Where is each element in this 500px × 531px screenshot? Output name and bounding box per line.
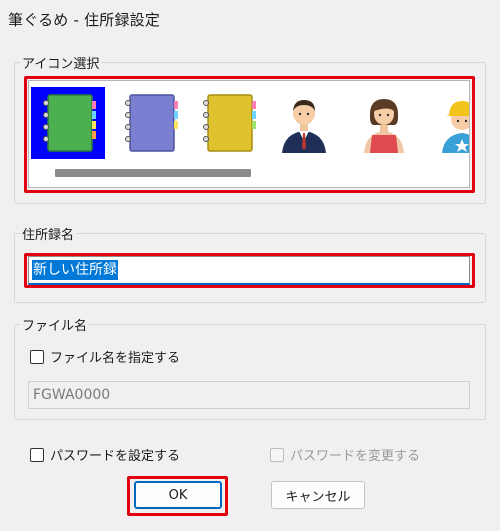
specify-filename-label: ファイル名を指定する [50, 351, 181, 366]
icon-select-highlight [24, 76, 475, 193]
window-title: 筆ぐるめ - 住所録設定 [8, 11, 161, 29]
icon-select-label: アイコン選択 [20, 53, 102, 72]
cancel-button[interactable]: キャンセル [271, 481, 365, 509]
address-book-label: 住所録名 [20, 224, 77, 243]
title-bar: 筆ぐるめ - 住所録設定 [0, 0, 500, 36]
set-password-label: パスワードを設定する [50, 449, 181, 464]
filename-value: FGWA0000 [33, 387, 111, 403]
set-password-checkbox[interactable]: パスワードを設定する [30, 445, 180, 464]
cancel-button-label: キャンセル [285, 489, 351, 505]
set-password-box[interactable] [30, 447, 44, 462]
change-password-label: パスワードを変更する [290, 449, 421, 464]
change-password-checkbox: パスワードを変更する [270, 445, 420, 464]
filename-input[interactable]: FGWA0000 [28, 381, 470, 409]
address-book-highlight [24, 253, 475, 288]
change-password-box [270, 447, 284, 462]
specify-filename-checkbox[interactable]: ファイル名を指定する [30, 347, 180, 366]
file-name-label: ファイル名 [20, 315, 90, 334]
specify-filename-box[interactable] [30, 349, 44, 364]
ok-button-highlight [127, 476, 228, 516]
